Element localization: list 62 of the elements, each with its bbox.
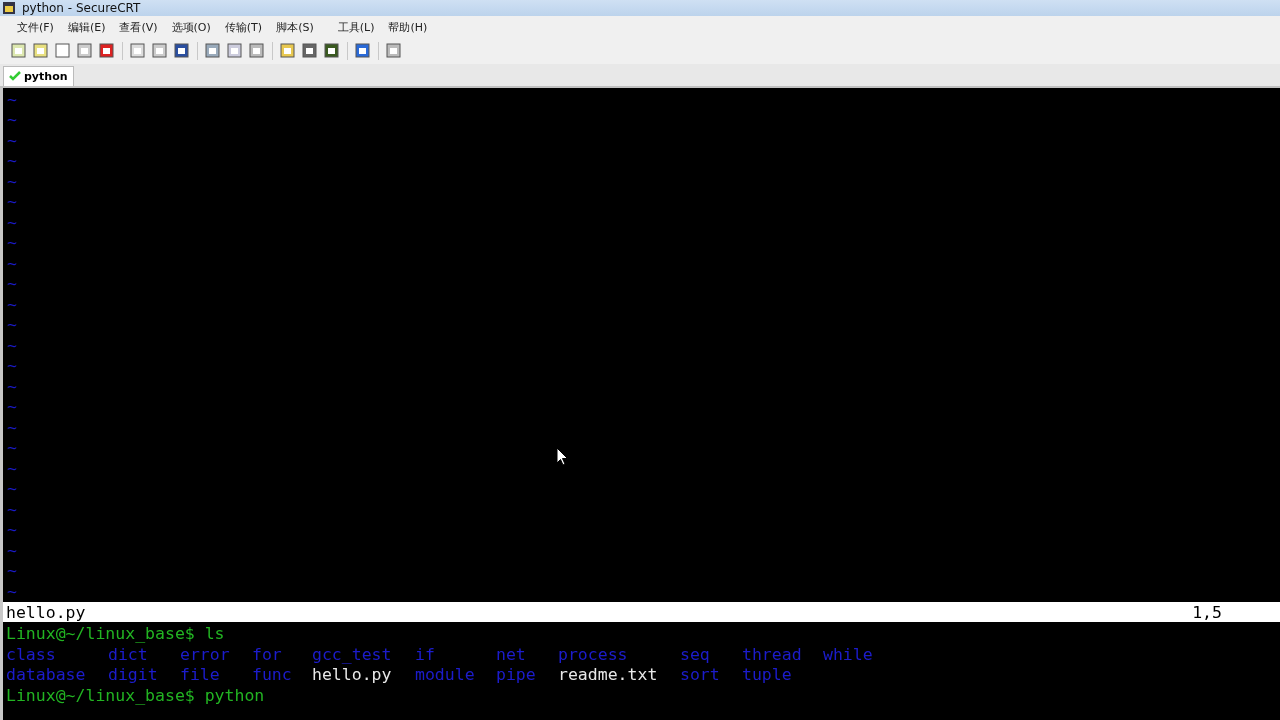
directory-name: database <box>6 665 86 684</box>
empty-line-marker: ~ <box>6 315 17 336</box>
window-title: python - SecureCRT <box>22 0 141 15</box>
directory-name: net <box>496 644 526 664</box>
file-name: readme.txt <box>558 665 658 684</box>
empty-line-marker: ~ <box>6 458 17 479</box>
empty-line-marker: ~ <box>6 192 17 213</box>
menu-item[interactable]: 选项(O) <box>164 16 218 38</box>
empty-line-marker: ~ <box>6 581 17 602</box>
command-line: Linux@~/linux_base$ ls <box>6 624 225 645</box>
empty-line-marker: ~ <box>6 171 17 192</box>
directory-name: pipe <box>496 665 536 684</box>
empty-line-marker: ~ <box>6 233 17 254</box>
empty-line-marker: ~ <box>6 89 17 110</box>
directory-name: while <box>823 644 873 664</box>
directory-name: gcc_test <box>312 644 392 664</box>
menu-item[interactable]: 传输(T) <box>217 16 270 38</box>
file-name: hello.py <box>6 602 86 622</box>
directory-name: dict <box>108 644 148 664</box>
directory-name: sort <box>680 665 720 684</box>
menu-item[interactable]: 脚本(S) <box>269 16 321 38</box>
empty-line-marker: ~ <box>6 110 17 131</box>
empty-line-marker: ~ <box>6 520 17 541</box>
empty-line-marker: ~ <box>6 212 17 233</box>
mouse-cursor-icon <box>556 446 569 467</box>
empty-line-marker: ~ <box>6 274 17 295</box>
directory-name: error <box>180 644 230 664</box>
empty-line-marker: ~ <box>6 397 17 418</box>
directory-name: file <box>180 665 220 684</box>
empty-line-marker: ~ <box>6 253 17 274</box>
cursor-position: 1,5 <box>1192 602 1222 622</box>
directory-name: thread <box>742 644 802 664</box>
directory-name: module <box>415 665 475 684</box>
menu-item[interactable]: 查看(V) <box>112 16 165 38</box>
empty-line-marker: ~ <box>6 499 17 520</box>
directory-name: func <box>252 665 292 684</box>
menu-item[interactable]: 编辑(E) <box>60 16 113 38</box>
empty-line-marker: ~ <box>6 561 17 582</box>
empty-line-marker: ~ <box>6 294 17 315</box>
app-icon <box>2 0 16 15</box>
directory-name: tuple <box>742 665 792 684</box>
directory-name: for <box>252 644 282 664</box>
directory-name: digit <box>108 665 158 684</box>
empty-line-marker: ~ <box>6 356 17 377</box>
menu-item[interactable]: 工具(L) <box>330 16 382 38</box>
directory-name: seq <box>680 644 710 664</box>
empty-line-marker: ~ <box>6 540 17 561</box>
file-name: hello.py <box>312 665 392 684</box>
empty-line-marker: ~ <box>6 335 17 356</box>
empty-line-marker: ~ <box>6 376 17 397</box>
empty-line-marker: ~ <box>6 479 17 500</box>
empty-line-marker: ~ <box>6 417 17 438</box>
directory-name: process <box>558 644 628 664</box>
directory-name: if <box>415 644 435 664</box>
empty-line-marker: ~ <box>6 438 17 459</box>
command-line: Linux@~/linux_base$ python <box>6 685 265 706</box>
menu-item[interactable]: 文件(F) <box>10 16 61 38</box>
session-tab[interactable]: python <box>3 65 74 86</box>
menu-item[interactable]: 帮助(H) <box>381 16 435 38</box>
empty-line-marker: ~ <box>6 130 17 151</box>
directory-name: class <box>6 644 56 664</box>
empty-line-marker: ~ <box>6 151 17 172</box>
